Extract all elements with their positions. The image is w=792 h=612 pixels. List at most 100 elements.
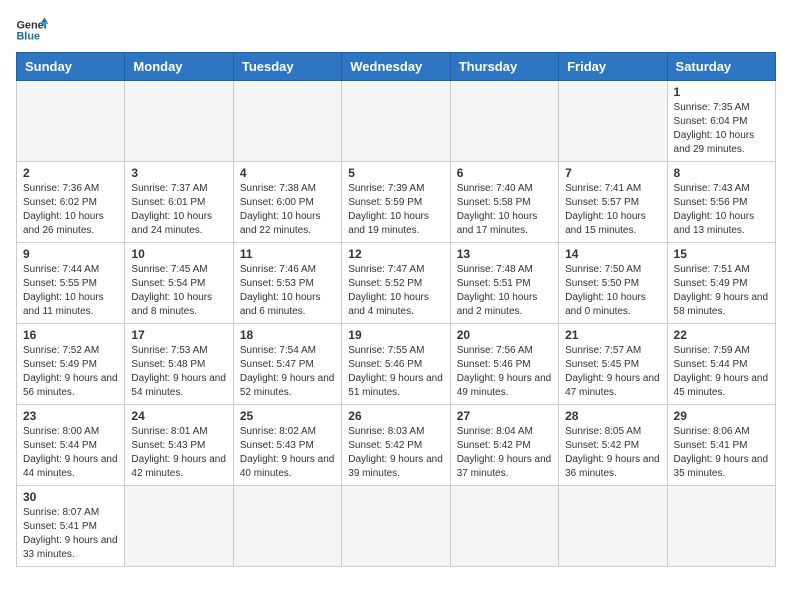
calendar-week-row: 30Sunrise: 8:07 AM Sunset: 5:41 PM Dayli… — [17, 486, 776, 567]
day-cell-12: 12Sunrise: 7:47 AM Sunset: 5:52 PM Dayli… — [342, 243, 450, 324]
day-number: 9 — [23, 247, 118, 261]
day-cell-11: 11 Sunrise: 7:46 AM Sunset: 5:53 PM Dayli… — [233, 243, 341, 324]
logo-icon: General Blue — [16, 16, 48, 44]
empty-cell — [559, 486, 667, 567]
day-number: 21 — [565, 328, 660, 342]
day-cell-13: 13Sunrise: 7:48 AM Sunset: 5:51 PM Dayli… — [450, 243, 558, 324]
day-cell-29: 29 Sunrise: 8:06 AM Sunset: 5:41 PM Dayli… — [667, 405, 775, 486]
weekday-header-row: SundayMondayTuesdayWednesdayThursdayFrid… — [17, 53, 776, 81]
day-info: Sunrise: 7:59 AM Sunset: 5:44 PM Dayligh… — [674, 344, 769, 400]
day-number: 5 — [348, 166, 443, 180]
day-cell-15: 15 Sunrise: 7:51 AM Sunset: 5:49 PM Dayli… — [667, 243, 775, 324]
day-cell-6: 6 Sunrise: 7:40 AM Sunset: 5:58 PM Daylig… — [450, 162, 558, 243]
day-number: 20 — [457, 328, 552, 342]
day-cell-17: 17Sunrise: 7:53 AM Sunset: 5:48 PM Dayli… — [125, 324, 233, 405]
day-number: 23 — [23, 409, 118, 423]
day-info: Sunrise: 7:45 AM Sunset: 5:54 PM Dayligh… — [131, 263, 226, 319]
day-info: Sunrise: 7:51 AM Sunset: 5:49 PM Dayligh… — [674, 263, 769, 319]
day-number: 25 — [240, 409, 335, 423]
day-number: 13 — [457, 247, 552, 261]
day-number: 19 — [348, 328, 443, 342]
calendar: SundayMondayTuesdayWednesdayThursdayFrid… — [16, 52, 776, 567]
day-number: 11 — [240, 247, 335, 261]
day-info: Sunrise: 7:54 AM Sunset: 5:47 PM Dayligh… — [240, 344, 335, 400]
day-number: 16 — [23, 328, 118, 342]
day-number: 15 — [674, 247, 769, 261]
empty-cell — [559, 81, 667, 162]
calendar-week-row: 1 Sunrise: 7:35 AM Sunset: 6:04 PM Daylig… — [17, 81, 776, 162]
day-number: 2 — [23, 166, 118, 180]
weekday-header-saturday: Saturday — [667, 53, 775, 81]
day-info: Sunrise: 7:46 AM Sunset: 5:53 PM Dayligh… — [240, 263, 335, 319]
day-number: 22 — [674, 328, 769, 342]
day-number: 28 — [565, 409, 660, 423]
day-cell-23: 23 Sunrise: 8:00 AM Sunset: 5:44 PM Dayli… — [17, 405, 125, 486]
day-info: Sunrise: 7:40 AM Sunset: 5:58 PM Dayligh… — [457, 182, 552, 238]
day-number: 29 — [674, 409, 769, 423]
day-cell-30: 30Sunrise: 8:07 AM Sunset: 5:41 PM Dayli… — [17, 486, 125, 567]
day-cell-2: 2Sunrise: 7:36 AM Sunset: 6:02 PM Daylig… — [17, 162, 125, 243]
day-info: Sunrise: 8:04 AM Sunset: 5:42 PM Dayligh… — [457, 425, 552, 481]
day-info: Sunrise: 7:37 AM Sunset: 6:01 PM Dayligh… — [131, 182, 226, 238]
weekday-header-sunday: Sunday — [17, 53, 125, 81]
day-cell-4: 4 Sunrise: 7:38 AM Sunset: 6:00 PM Daylig… — [233, 162, 341, 243]
day-info: Sunrise: 7:47 AM Sunset: 5:52 PM Dayligh… — [348, 263, 443, 319]
header: General Blue — [16, 16, 776, 44]
empty-cell — [233, 486, 341, 567]
day-number: 6 — [457, 166, 552, 180]
day-number: 7 — [565, 166, 660, 180]
day-info: Sunrise: 7:35 AM Sunset: 6:04 PM Dayligh… — [674, 101, 769, 157]
day-number: 3 — [131, 166, 226, 180]
day-info: Sunrise: 8:02 AM Sunset: 5:43 PM Dayligh… — [240, 425, 335, 481]
day-number: 10 — [131, 247, 226, 261]
day-number: 8 — [674, 166, 769, 180]
day-info: Sunrise: 8:06 AM Sunset: 5:41 PM Dayligh… — [674, 425, 769, 481]
day-info: Sunrise: 7:38 AM Sunset: 6:00 PM Dayligh… — [240, 182, 335, 238]
day-info: Sunrise: 8:00 AM Sunset: 5:44 PM Dayligh… — [23, 425, 118, 481]
day-cell-14: 14 Sunrise: 7:50 AM Sunset: 5:50 PM Dayli… — [559, 243, 667, 324]
day-cell-19: 19Sunrise: 7:55 AM Sunset: 5:46 PM Dayli… — [342, 324, 450, 405]
day-cell-7: 7 Sunrise: 7:41 AM Sunset: 5:57 PM Daylig… — [559, 162, 667, 243]
day-number: 4 — [240, 166, 335, 180]
day-cell-21: 21Sunrise: 7:57 AM Sunset: 5:45 PM Dayli… — [559, 324, 667, 405]
day-number: 1 — [674, 85, 769, 99]
day-number: 14 — [565, 247, 660, 261]
day-cell-27: 27 Sunrise: 8:04 AM Sunset: 5:42 PM Dayli… — [450, 405, 558, 486]
day-cell-1: 1 Sunrise: 7:35 AM Sunset: 6:04 PM Daylig… — [667, 81, 775, 162]
day-cell-22: 22 Sunrise: 7:59 AM Sunset: 5:44 PM Dayli… — [667, 324, 775, 405]
day-cell-25: 25 Sunrise: 8:02 AM Sunset: 5:43 PM Dayli… — [233, 405, 341, 486]
day-number: 18 — [240, 328, 335, 342]
day-cell-26: 26 Sunrise: 8:03 AM Sunset: 5:42 PM Dayli… — [342, 405, 450, 486]
day-number: 17 — [131, 328, 226, 342]
day-cell-5: 5Sunrise: 7:39 AM Sunset: 5:59 PM Daylig… — [342, 162, 450, 243]
day-info: Sunrise: 7:41 AM Sunset: 5:57 PM Dayligh… — [565, 182, 660, 238]
logo: General Blue — [16, 16, 48, 44]
day-cell-3: 3 Sunrise: 7:37 AM Sunset: 6:01 PM Daylig… — [125, 162, 233, 243]
day-number: 26 — [348, 409, 443, 423]
day-info: Sunrise: 7:50 AM Sunset: 5:50 PM Dayligh… — [565, 263, 660, 319]
day-cell-10: 10 Sunrise: 7:45 AM Sunset: 5:54 PM Dayli… — [125, 243, 233, 324]
calendar-week-row: 2Sunrise: 7:36 AM Sunset: 6:02 PM Daylig… — [17, 162, 776, 243]
empty-cell — [125, 486, 233, 567]
weekday-header-friday: Friday — [559, 53, 667, 81]
empty-cell — [450, 486, 558, 567]
day-info: Sunrise: 7:56 AM Sunset: 5:46 PM Dayligh… — [457, 344, 552, 400]
day-info: Sunrise: 7:44 AM Sunset: 5:55 PM Dayligh… — [23, 263, 118, 319]
weekday-header-thursday: Thursday — [450, 53, 558, 81]
day-number: 27 — [457, 409, 552, 423]
day-cell-20: 20 Sunrise: 7:56 AM Sunset: 5:46 PM Dayli… — [450, 324, 558, 405]
calendar-week-row: 9 Sunrise: 7:44 AM Sunset: 5:55 PM Daylig… — [17, 243, 776, 324]
day-info: Sunrise: 8:05 AM Sunset: 5:42 PM Dayligh… — [565, 425, 660, 481]
day-cell-18: 18 Sunrise: 7:54 AM Sunset: 5:47 PM Dayli… — [233, 324, 341, 405]
calendar-week-row: 23 Sunrise: 8:00 AM Sunset: 5:44 PM Dayli… — [17, 405, 776, 486]
day-cell-8: 8 Sunrise: 7:43 AM Sunset: 5:56 PM Daylig… — [667, 162, 775, 243]
day-info: Sunrise: 7:43 AM Sunset: 5:56 PM Dayligh… — [674, 182, 769, 238]
day-info: Sunrise: 8:03 AM Sunset: 5:42 PM Dayligh… — [348, 425, 443, 481]
empty-cell — [342, 486, 450, 567]
empty-cell — [667, 486, 775, 567]
day-number: 30 — [23, 490, 118, 504]
empty-cell — [233, 81, 341, 162]
day-number: 24 — [131, 409, 226, 423]
day-cell-28: 28 Sunrise: 8:05 AM Sunset: 5:42 PM Dayli… — [559, 405, 667, 486]
empty-cell — [450, 81, 558, 162]
